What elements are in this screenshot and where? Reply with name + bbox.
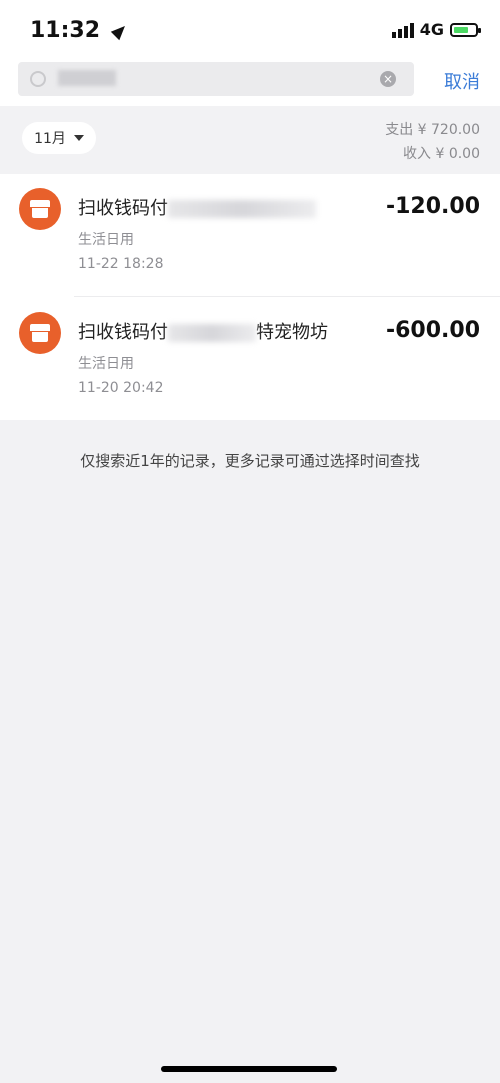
- month-label: 11月: [34, 131, 66, 147]
- transaction-list: 扫收钱码付 生活日用 11-22 18:28 -120.00 扫收钱码付 特宠物坊…: [0, 174, 500, 420]
- income-total: 收入 ¥ 0.00: [403, 146, 480, 162]
- shop-icon: [19, 188, 61, 230]
- transaction-title-suffix: 特宠物坊: [256, 322, 328, 343]
- transaction-title-text: 扫收钱码付: [78, 322, 168, 343]
- status-indicators: 4G: [391, 20, 481, 39]
- battery-icon: [450, 22, 481, 37]
- transaction-title: 扫收钱码付 特宠物坊: [78, 318, 328, 344]
- signal-icon: [391, 22, 414, 38]
- redacted-text: [168, 324, 256, 342]
- expense-total: 支出 ¥ 720.00: [385, 122, 480, 138]
- transaction-amount: -600.00: [385, 318, 480, 343]
- cancel-button[interactable]: 取消: [444, 68, 480, 94]
- search-bar: × 取消: [0, 60, 500, 106]
- search-range-note: 仅搜索近1年的记录，更多记录可通过选择时间查找: [80, 452, 420, 470]
- location-arrow-icon: [110, 21, 129, 41]
- search-query-redacted: [58, 70, 116, 86]
- month-summary: 支出 ¥ 720.00 收入 ¥ 0.00: [385, 118, 480, 166]
- filter-bar: 11月 支出 ¥ 720.00 收入 ¥ 0.00: [0, 106, 500, 174]
- status-time-text: 11:32: [30, 18, 101, 43]
- shop-icon: [19, 312, 61, 354]
- transaction-time: 11-22 18:28: [78, 256, 164, 272]
- search-input[interactable]: ×: [18, 62, 414, 96]
- home-indicator[interactable]: [161, 1066, 337, 1072]
- transaction-time: 11-20 20:42: [78, 380, 164, 396]
- status-time: 11:32: [30, 18, 129, 43]
- status-bar: 11:32 4G: [0, 0, 500, 60]
- transaction-title-text: 扫收钱码付: [78, 198, 168, 219]
- transaction-amount: -120.00: [385, 194, 480, 219]
- caret-down-icon: [73, 135, 84, 141]
- transaction-category: 生活日用: [78, 356, 134, 372]
- row-divider: [74, 296, 500, 297]
- transaction-title: 扫收钱码付: [78, 194, 316, 220]
- redacted-text: [168, 200, 316, 218]
- month-selector[interactable]: 11月: [22, 122, 96, 154]
- transaction-row[interactable]: 扫收钱码付 生活日用 11-22 18:28 -120.00: [0, 174, 500, 296]
- transaction-category: 生活日用: [78, 232, 134, 248]
- transaction-row[interactable]: 扫收钱码付 特宠物坊 生活日用 11-20 20:42 -600.00: [0, 298, 500, 420]
- clear-icon[interactable]: ×: [380, 71, 396, 87]
- network-type: 4G: [419, 20, 444, 39]
- search-icon: [30, 71, 46, 87]
